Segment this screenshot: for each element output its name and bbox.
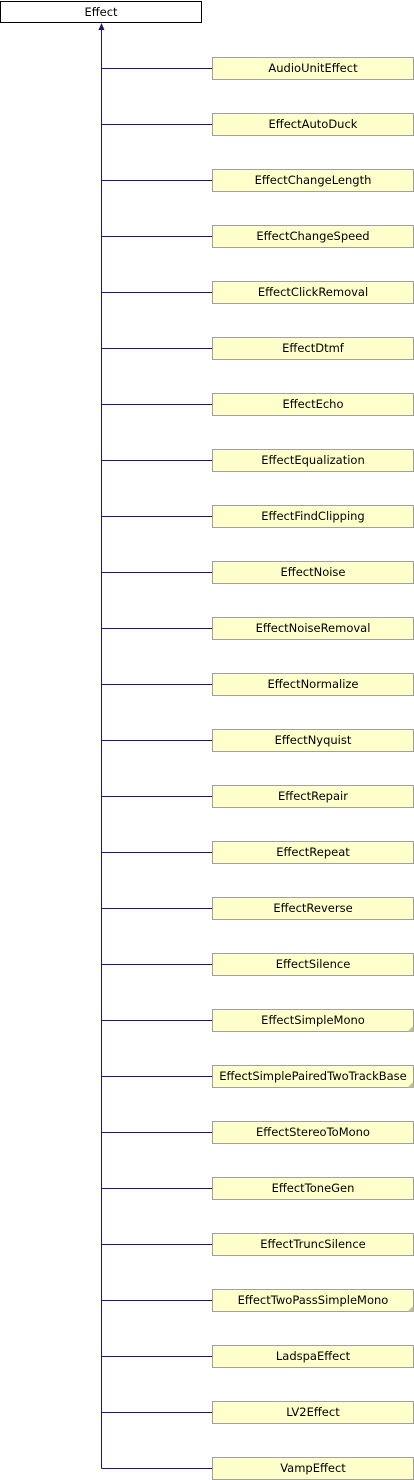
derived-class-node-audiouniteffect[interactable]: AudioUnitEffect: [212, 57, 414, 80]
class-label: EffectToneGen: [272, 1181, 355, 1195]
class-label: EffectSimpleMono: [261, 1013, 365, 1027]
derived-class-nodes: AudioUnitEffect EffectAutoDuck EffectChang…: [212, 57, 414, 1480]
derived-class-node-ladspaeffect[interactable]: LadspaEffect: [212, 1345, 414, 1368]
derived-class-node-effectnyquist[interactable]: EffectNyquist: [212, 729, 414, 752]
class-label: LadspaEffect: [276, 1349, 351, 1363]
class-label: AudioUnitEffect: [268, 61, 358, 75]
class-label: EffectTwoPassSimpleMono: [238, 1293, 389, 1307]
derived-class-node-effectsimplemono[interactable]: EffectSimpleMono: [212, 1009, 414, 1032]
derived-class-node-effectclickremoval[interactable]: EffectClickRemoval: [212, 281, 414, 304]
derived-class-node-effectstereotomono[interactable]: EffectStereoToMono: [212, 1121, 414, 1144]
class-label: EffectSimplePairedTwoTrackBase: [219, 1069, 407, 1083]
derived-class-node-effectchangespeed[interactable]: EffectChangeSpeed: [212, 225, 414, 248]
derived-class-node-effectrepeat[interactable]: EffectRepeat: [212, 841, 414, 864]
derived-class-node-effectrepair[interactable]: EffectRepair: [212, 785, 414, 808]
class-label: EffectChangeSpeed: [256, 229, 369, 243]
class-label: EffectSilence: [276, 957, 351, 971]
base-class-label: Effect: [84, 5, 118, 19]
class-label: EffectReverse: [273, 901, 352, 915]
class-label: EffectFindClipping: [261, 509, 364, 523]
derived-class-node-effecttwopasssimplemono[interactable]: EffectTwoPassSimpleMono: [212, 1289, 414, 1312]
derived-class-node-effectdtmf[interactable]: EffectDtmf: [212, 337, 414, 360]
derived-class-node-effecttonegen[interactable]: EffectToneGen: [212, 1177, 414, 1200]
class-label: EffectTruncSilence: [260, 1237, 366, 1251]
derived-class-node-effectreverse[interactable]: EffectReverse: [212, 897, 414, 920]
class-label: EffectChangeLength: [255, 173, 372, 187]
inheritance-arrow-head: [98, 23, 105, 30]
derived-class-node-effecttruncsilence[interactable]: EffectTruncSilence: [212, 1233, 414, 1256]
class-label: EffectEcho: [282, 397, 343, 411]
derived-class-node-lv2effect[interactable]: LV2Effect: [212, 1401, 414, 1424]
derived-class-node-effectnormalize[interactable]: EffectNormalize: [212, 673, 414, 696]
class-label: EffectNoiseRemoval: [256, 621, 371, 635]
inheritance-edges: [101, 68, 213, 1469]
derived-class-node-vampeffect[interactable]: VampEffect: [212, 1457, 414, 1480]
class-label: EffectStereoToMono: [256, 1125, 370, 1139]
class-label: EffectAutoDuck: [269, 117, 358, 131]
derived-class-node-effectsimplepairedtwotrackbase[interactable]: EffectSimplePairedTwoTrackBase: [212, 1065, 414, 1088]
derived-class-node-effectequalization[interactable]: EffectEqualization: [212, 449, 414, 472]
class-label: EffectEqualization: [261, 453, 365, 467]
derived-class-node-effectnoiseremoval[interactable]: EffectNoiseRemoval: [212, 617, 414, 640]
inheritance-diagram: Effect AudioUnitEffect EffectAutoDuck Effe…: [0, 1, 414, 1480]
class-label: EffectRepeat: [276, 845, 350, 859]
class-label: LV2Effect: [286, 1405, 340, 1419]
class-label: EffectNoise: [281, 565, 346, 579]
derived-class-node-effectfindclipping[interactable]: EffectFindClipping: [212, 505, 414, 528]
derived-class-node-effectnoise[interactable]: EffectNoise: [212, 561, 414, 584]
derived-class-node-effectchangelength[interactable]: EffectChangeLength: [212, 169, 414, 192]
class-label: EffectRepair: [278, 789, 348, 803]
class-label: EffectDtmf: [282, 341, 345, 355]
class-label: EffectNyquist: [275, 733, 352, 747]
derived-class-node-effectecho[interactable]: EffectEcho: [212, 393, 414, 416]
base-class-node-effect[interactable]: Effect: [0, 1, 202, 23]
derived-class-node-effectautoduck[interactable]: EffectAutoDuck: [212, 113, 414, 136]
class-label: EffectClickRemoval: [258, 285, 368, 299]
class-label: VampEffect: [280, 1461, 346, 1475]
derived-class-node-effectsilence[interactable]: EffectSilence: [212, 953, 414, 976]
class-label: EffectNormalize: [267, 677, 358, 691]
